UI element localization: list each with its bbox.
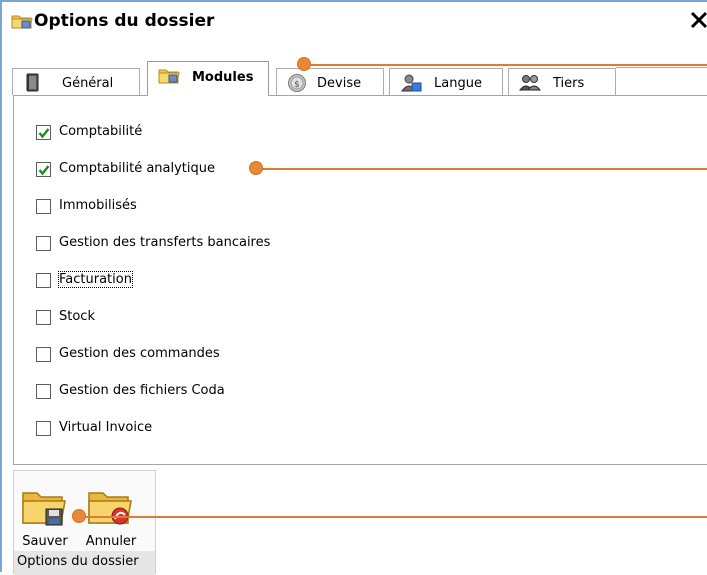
- callout-line-tabs: [304, 64, 707, 66]
- title-bar: Options du dossier: [2, 2, 707, 40]
- svg-text:$: $: [294, 80, 300, 90]
- module-label: Virtual Invoice: [59, 420, 153, 435]
- tab-general-label: Général: [62, 76, 114, 91]
- callout-dot-tabs: [297, 57, 311, 71]
- checkbox-comptabilite-analytique[interactable]: [36, 162, 51, 177]
- cancel-button-label: Annuler: [85, 534, 137, 549]
- folder-modules-icon: [158, 65, 180, 85]
- folder-cancel-icon: [86, 483, 134, 529]
- module-label: Facturation: [58, 271, 133, 288]
- module-label: Comptabilité: [59, 124, 143, 139]
- tab-modules-label: Modules: [192, 70, 254, 85]
- checkbox-comptabilite[interactable]: [36, 125, 51, 140]
- module-label: Gestion des fichiers Coda: [59, 383, 225, 398]
- window-title: Options du dossier: [34, 11, 215, 31]
- tab-tiers[interactable]: Tiers: [508, 68, 616, 95]
- ribbon-group-caption: Options du dossier: [14, 551, 155, 575]
- tab-modules[interactable]: Modules: [147, 61, 269, 96]
- language-person-icon: [400, 73, 422, 93]
- callout-line-ribbon: [79, 516, 707, 518]
- people-icon: [518, 73, 542, 93]
- ribbon-group: Sauver Annuler Options du dossier: [13, 470, 156, 575]
- checkbox-virtual-invoice[interactable]: [36, 421, 51, 436]
- tab-langue-label: Langue: [434, 76, 482, 91]
- checkbox-stock[interactable]: [36, 310, 51, 325]
- callout-line-modules: [256, 168, 707, 170]
- modules-panel: Comptabilité Comptabilité analytique Imm…: [13, 95, 707, 465]
- save-button-label: Sauver: [22, 534, 68, 549]
- options-window: Options du dossier Général Modules $ Dev…: [0, 0, 707, 575]
- module-label: Stock: [59, 309, 95, 324]
- folder-save-icon: [20, 483, 68, 529]
- tab-general[interactable]: Général: [12, 68, 140, 95]
- checkbox-facturation[interactable]: [36, 273, 51, 288]
- checkbox-gestion-commandes[interactable]: [36, 347, 51, 362]
- tab-strip-rule: [616, 67, 707, 68]
- close-icon[interactable]: [690, 6, 707, 32]
- callout-dot-ribbon: [72, 509, 86, 523]
- checkbox-immobilises[interactable]: [36, 199, 51, 214]
- save-button[interactable]: Sauver: [14, 477, 76, 553]
- checkbox-transferts-bancaires[interactable]: [36, 236, 51, 251]
- tab-langue[interactable]: Langue: [389, 68, 503, 95]
- cancel-button[interactable]: Annuler: [80, 477, 142, 553]
- tab-tiers-label: Tiers: [553, 76, 585, 91]
- book-icon: [23, 73, 43, 93]
- module-label: Immobilisés: [59, 198, 137, 213]
- module-label: Comptabilité analytique: [59, 161, 215, 176]
- folder-options-icon: [11, 12, 33, 30]
- module-label: Gestion des commandes: [59, 346, 220, 361]
- checkbox-fichiers-coda[interactable]: [36, 384, 51, 399]
- currency-coin-icon: $: [287, 73, 307, 93]
- callout-dot-modules: [249, 161, 263, 175]
- tab-devise-label: Devise: [317, 76, 362, 91]
- tab-devise[interactable]: $ Devise: [276, 68, 384, 95]
- module-label: Gestion des transferts bancaires: [59, 235, 271, 250]
